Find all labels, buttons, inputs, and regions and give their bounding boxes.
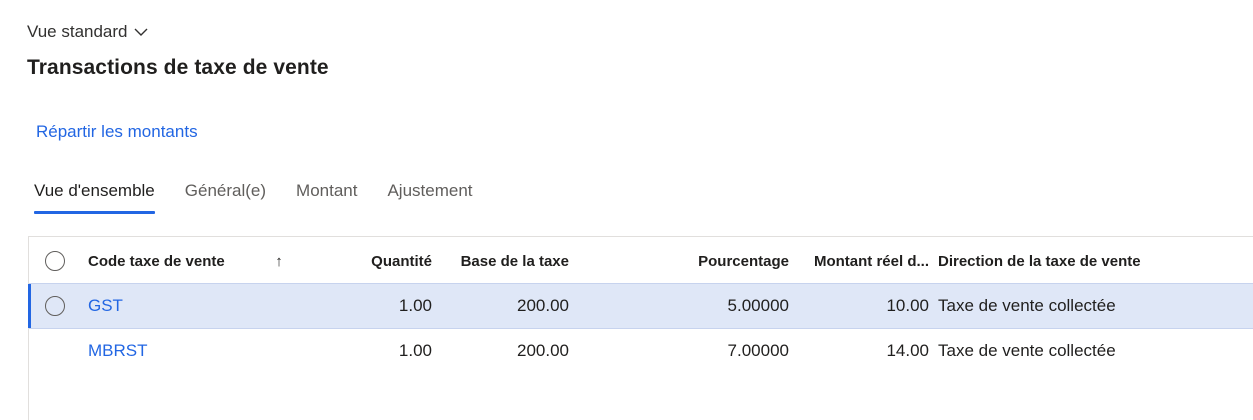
tab-overview[interactable]: Vue d'ensemble (27, 170, 162, 214)
percentage-cell: 5.00000 (727, 296, 789, 315)
select-all-radio[interactable] (45, 251, 65, 271)
row-select-cell (42, 284, 68, 328)
column-header-percentage[interactable]: Pourcentage (629, 239, 789, 283)
quantity-cell: 1.00 (398, 341, 432, 360)
sales-tax-transactions-page: Vue standard Transactions de taxe de ven… (0, 0, 1253, 420)
table-row[interactable]: MBRST 1.00 200.00 7.00000 14.00 Taxe de … (29, 329, 1253, 373)
chevron-down-icon (134, 28, 148, 37)
column-header-code[interactable]: Code taxe de vente (88, 239, 268, 283)
row-select-radio[interactable] (45, 296, 65, 316)
tab-amount[interactable]: Montant (289, 170, 364, 214)
select-all-cell (42, 239, 68, 283)
tab-general[interactable]: Général(e) (178, 170, 273, 214)
column-header-actual-amount[interactable]: Montant réel d... (789, 239, 929, 283)
column-header-base[interactable]: Base de la taxe (432, 239, 569, 283)
percentage-cell: 7.00000 (727, 341, 789, 360)
actual-amount-cell: 14.00 (886, 341, 929, 360)
tax-base-cell: 200.00 (517, 296, 569, 315)
tax-transactions-grid: Code taxe de vente ↑ Quantité Base de la… (28, 236, 1253, 420)
tax-code-link[interactable]: MBRST (88, 329, 268, 373)
view-selector[interactable]: Vue standard (27, 22, 148, 42)
quantity-cell: 1.00 (398, 296, 432, 315)
tab-bar: Vue d'ensemble Général(e) Montant Ajuste… (27, 170, 496, 214)
column-header-direction[interactable]: Direction de la taxe de vente (938, 239, 1238, 283)
page-title: Transactions de taxe de vente (27, 56, 329, 79)
selected-row-indicator (28, 284, 31, 328)
tab-adjustment[interactable]: Ajustement (380, 170, 479, 214)
direction-cell: Taxe de vente collectée (938, 296, 1116, 315)
table-row[interactable]: GST 1.00 200.00 5.00000 10.00 Taxe de ve… (28, 283, 1253, 329)
actual-amount-cell: 10.00 (886, 296, 929, 315)
distribute-amounts-button[interactable]: Répartir les montants (36, 122, 198, 142)
view-selector-label: Vue standard (27, 22, 128, 41)
direction-cell: Taxe de vente collectée (938, 341, 1116, 360)
column-header-quantity[interactable]: Quantité (329, 239, 432, 283)
grid-header-row: Code taxe de vente ↑ Quantité Base de la… (29, 239, 1253, 283)
sort-ascending-icon[interactable]: ↑ (269, 239, 289, 283)
tax-base-cell: 200.00 (517, 341, 569, 360)
tax-code-link[interactable]: GST (88, 284, 268, 328)
